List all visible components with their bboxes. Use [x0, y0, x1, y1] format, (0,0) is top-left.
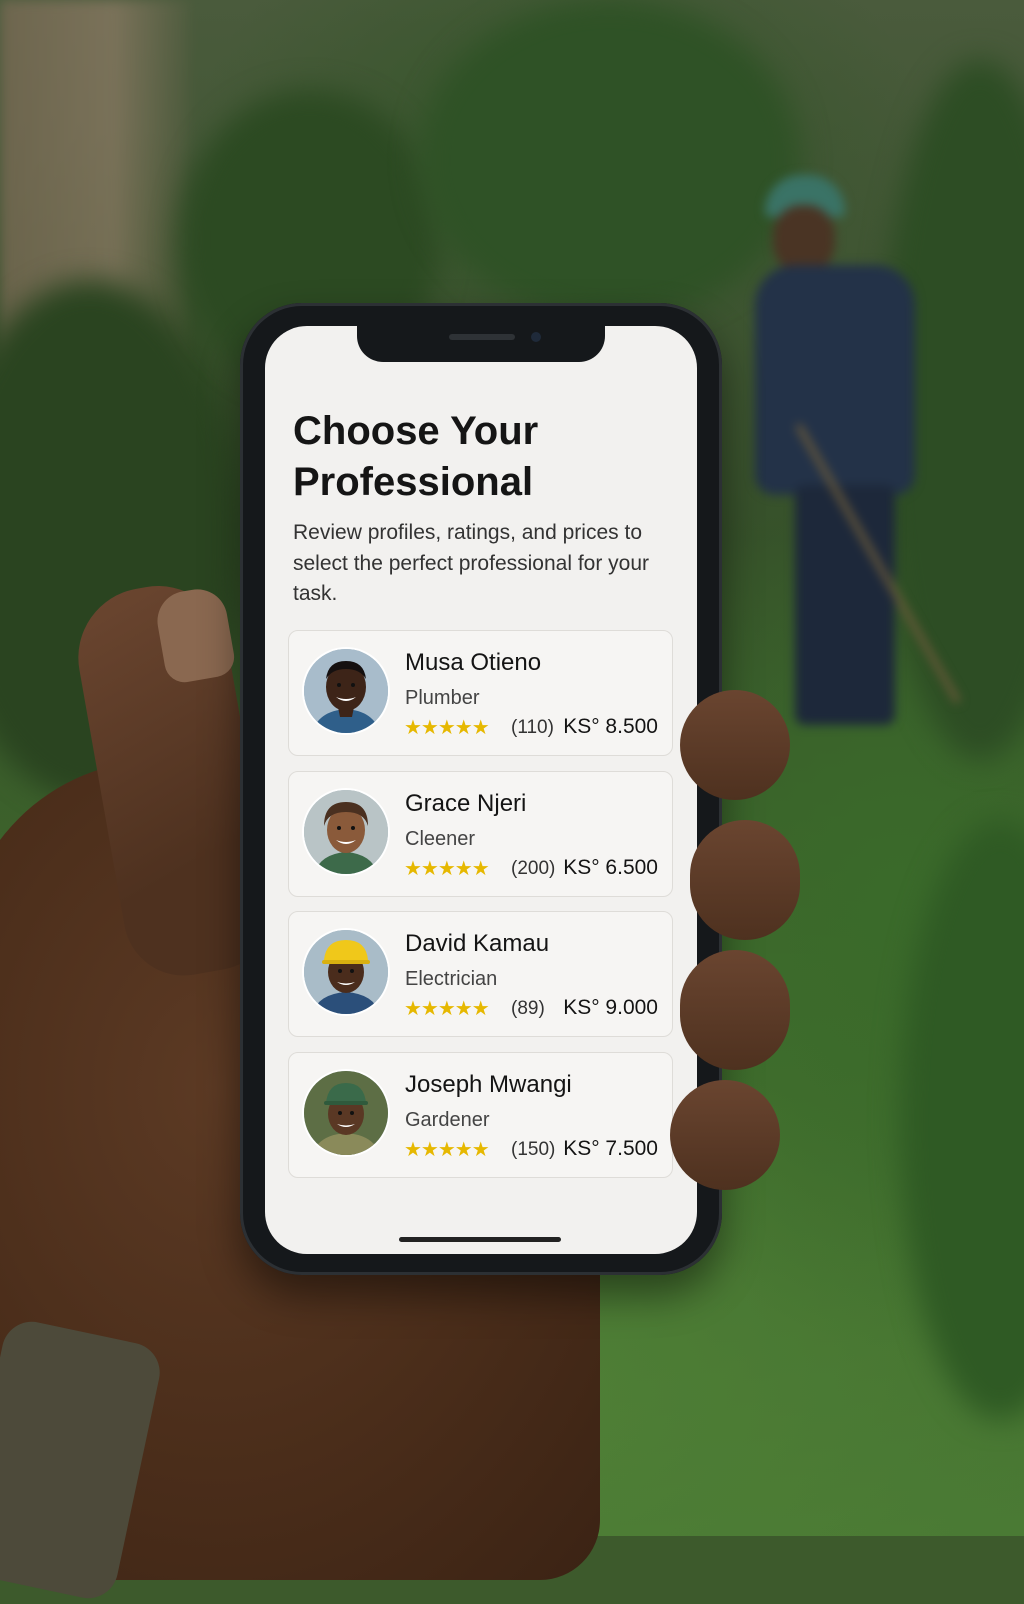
price: KS° 6.500: [563, 856, 658, 879]
avatar: [304, 790, 388, 874]
finger: [680, 950, 790, 1070]
professional-name: Grace Njeri: [405, 790, 527, 817]
review-count: (110): [511, 717, 554, 738]
price: KS° 7.500: [563, 1137, 658, 1160]
star-rating-icon: ★★★★★: [404, 715, 490, 739]
professional-card-david-kamau[interactable]: David Kamau Electrician ★★★★★ (89) KS° 9…: [288, 911, 673, 1037]
professional-role: Plumber: [405, 687, 480, 709]
phone-notch: [357, 326, 605, 362]
phone-screen: Choose Your Professional Review profiles…: [265, 326, 697, 1254]
page-subtitle: Review profiles, ratings, and prices to …: [293, 521, 650, 605]
phone: Choose Your Professional Review profiles…: [240, 303, 722, 1275]
speaker-grille: [449, 334, 515, 340]
finger: [670, 1080, 780, 1190]
professional-role: Cleener: [405, 828, 476, 850]
star-rating-icon: ★★★★★: [404, 856, 490, 880]
home-indicator[interactable]: [399, 1237, 561, 1242]
price: KS° 9.000: [563, 996, 658, 1019]
background-bush: [900, 820, 1024, 1420]
star-rating-icon: ★★★★★: [404, 1137, 490, 1161]
avatar: [304, 930, 388, 1014]
price: KS° 8.500: [563, 715, 658, 738]
avatar: [304, 1071, 388, 1155]
review-count: (150): [511, 1139, 556, 1160]
finger: [680, 690, 790, 800]
professional-card-musa-otieno[interactable]: Musa Otieno Plumber ★★★★★ (110) KS° 8.50…: [288, 630, 673, 756]
professional-name: Musa Otieno: [405, 649, 542, 676]
page-title: Choose Your Professional: [293, 409, 539, 504]
background-bush: [420, 0, 800, 320]
background-gardener-figure: [755, 175, 961, 735]
front-camera: [531, 332, 541, 342]
professional-card-grace-njeri[interactable]: Grace Njeri Cleener ★★★★★ (200) KS° 6.50…: [288, 771, 673, 897]
avatar: [304, 649, 388, 733]
review-count: (200): [511, 858, 556, 879]
professional-card-joseph-mwangi[interactable]: Joseph Mwangi Gardener ★★★★★ (150) KS° 7…: [288, 1052, 673, 1178]
star-rating-icon: ★★★★★: [404, 996, 490, 1020]
professional-role: Electrician: [405, 968, 498, 990]
review-count: (89): [511, 998, 545, 1019]
professional-name: David Kamau: [405, 930, 550, 957]
professional-role: Gardener: [405, 1109, 490, 1131]
professional-name: Joseph Mwangi: [405, 1071, 572, 1098]
finger: [690, 820, 800, 940]
